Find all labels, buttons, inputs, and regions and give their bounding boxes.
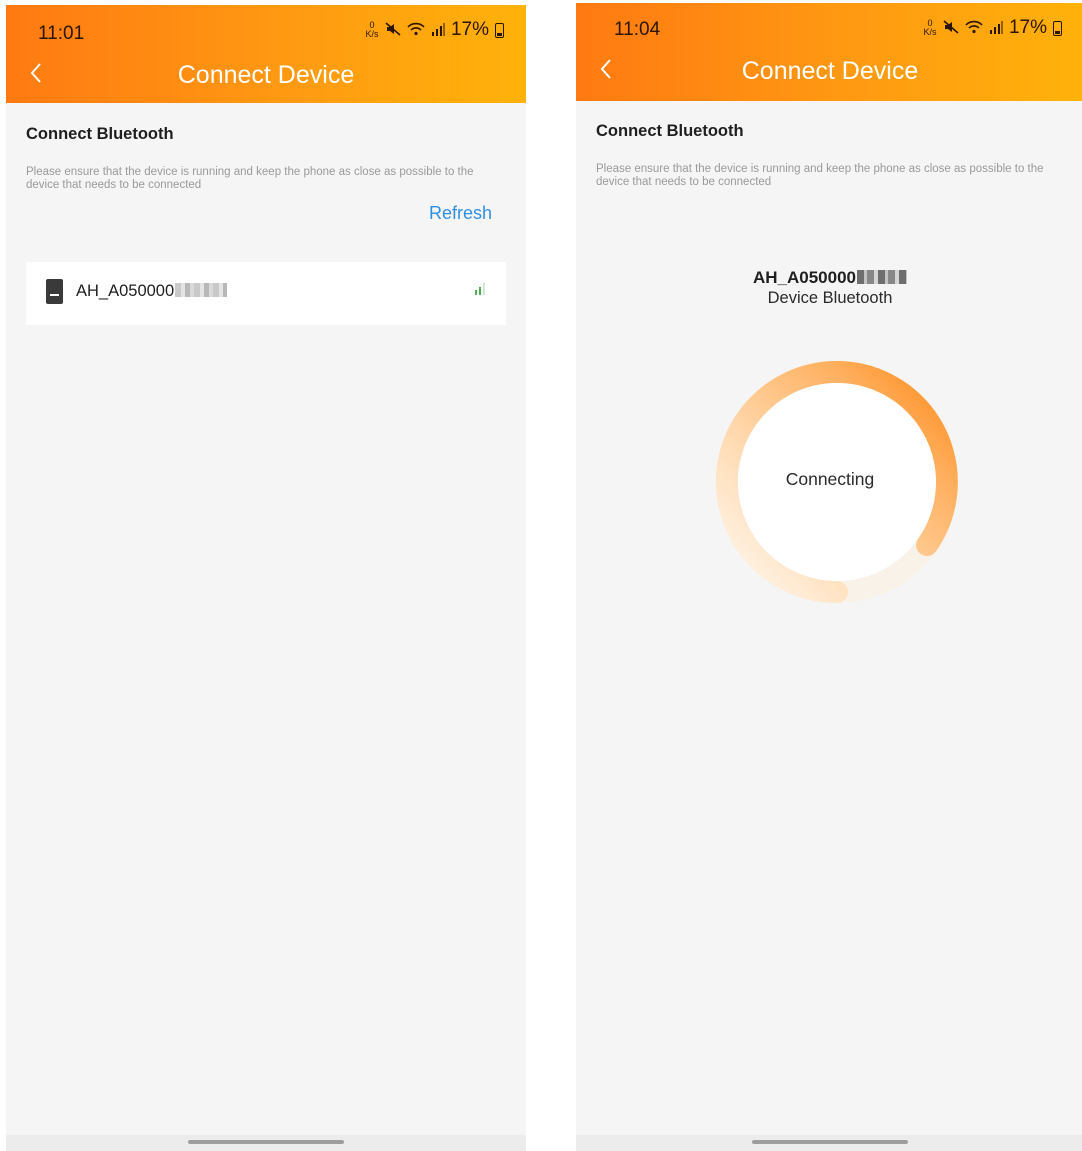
net-speed-unit: K/s: [923, 27, 937, 37]
device-icon: [46, 279, 63, 304]
section-description: Please ensure that the device is running…: [26, 166, 474, 191]
battery-icon: [495, 22, 504, 38]
page-title: Connect Device: [177, 61, 355, 89]
left-screen: 11:01 0 K/s 17% Connect Device Connect B…: [6, 5, 526, 1151]
section-description: Please ensure that the device is running…: [596, 163, 1044, 188]
device-list-item[interactable]: AH_A050000: [26, 262, 506, 325]
net-speed-indicator: 0 K/s: [365, 21, 379, 39]
mute-icon: [385, 22, 401, 38]
redacted-suffix: [175, 283, 228, 297]
header-bar: 11:01 0 K/s 17% Connect Device: [6, 5, 526, 103]
home-indicator[interactable]: [188, 1140, 344, 1144]
device-name: AH_A050000: [76, 282, 228, 301]
section-title: Connect Bluetooth: [596, 122, 744, 140]
refresh-button[interactable]: Refresh: [429, 203, 492, 224]
battery-percent: 17%: [1008, 17, 1047, 38]
cell-signal-icon: [989, 20, 1003, 36]
mute-icon: [943, 20, 959, 36]
header-bar: 11:04 0 K/s 17% Connect Device: [576, 3, 1082, 101]
home-indicator[interactable]: [752, 1140, 908, 1144]
page-title: Connect Device: [741, 57, 919, 85]
device-subtitle: Device Bluetooth: [767, 289, 893, 307]
status-icons: 0 K/s 17%: [923, 17, 1062, 39]
device-name-text: AH_A050000: [752, 268, 856, 287]
device-name-text: AH_A050000: [76, 282, 175, 300]
section-title: Connect Bluetooth: [26, 125, 174, 143]
net-speed-unit: K/s: [365, 29, 379, 39]
redacted-suffix: [857, 270, 907, 284]
connecting-label: Connecting: [785, 469, 875, 489]
battery-icon: [1053, 20, 1062, 36]
battery-percent: 17%: [450, 19, 489, 40]
signal-strength-icon: [474, 282, 486, 296]
cell-signal-icon: [431, 22, 445, 38]
net-speed-indicator: 0 K/s: [923, 19, 937, 37]
wifi-icon: [407, 22, 425, 38]
right-screen: 11:04 0 K/s 17% Connect Device Connect B…: [576, 3, 1082, 1151]
status-time: 11:04: [614, 19, 661, 40]
connecting-device-name: AH_A050000: [576, 268, 1082, 288]
wifi-icon: [965, 20, 983, 36]
status-icons: 0 K/s 17%: [365, 19, 504, 41]
status-time: 11:01: [38, 23, 85, 44]
